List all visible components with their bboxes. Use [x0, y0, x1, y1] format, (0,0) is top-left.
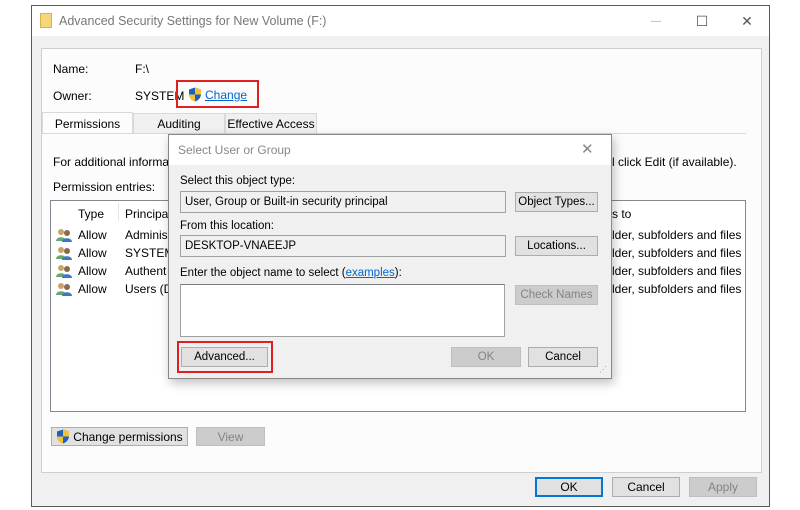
tab-permissions[interactable]: Permissions: [42, 112, 133, 134]
user-group-icon-wrap: [56, 246, 72, 263]
entry-type: Allow: [78, 246, 107, 260]
minimize-icon: —: [651, 15, 661, 27]
ok-button[interactable]: OK: [535, 477, 603, 497]
location-label: From this location:: [180, 220, 274, 232]
folder-icon: [40, 13, 52, 28]
close-button[interactable]: ✕: [724, 6, 770, 36]
user-group-icon-wrap: [56, 282, 72, 299]
name-value: F:\: [135, 62, 149, 76]
user-group-icon-wrap: [56, 228, 72, 245]
entry-type: Allow: [78, 282, 107, 296]
resize-grip-icon[interactable]: ⋰: [599, 366, 607, 374]
object-types-label: Object Types...: [518, 196, 595, 208]
maximize-button[interactable]: ☐: [679, 6, 725, 36]
tab-auditing-label: Auditing: [157, 116, 201, 131]
maximize-icon: ☐: [695, 12, 709, 29]
user-group-icon: [56, 265, 72, 278]
entry-type: Allow: [78, 264, 107, 278]
check-names-button[interactable]: Check Names: [515, 285, 598, 305]
check-names-label: Check Names: [520, 289, 593, 301]
column-header-principal[interactable]: Principa: [125, 207, 168, 221]
user-group-icon: [56, 229, 72, 242]
dialog-close-icon[interactable]: ✕: [581, 140, 594, 158]
column-divider: [118, 203, 119, 221]
object-name-label-prefix: Enter the object name to select (: [180, 267, 346, 279]
column-header-type[interactable]: Type: [78, 207, 104, 221]
dialog-cancel-label: Cancel: [545, 351, 581, 363]
object-types-button[interactable]: Object Types...: [515, 192, 598, 212]
change-owner-link[interactable]: Change: [205, 88, 247, 102]
tab-effective-access-label: Effective Access: [227, 116, 315, 131]
close-icon: ✕: [741, 12, 753, 29]
change-permissions-button[interactable]: Change permissions: [51, 427, 188, 446]
location-field: DESKTOP-VNAEEJP: [180, 235, 506, 257]
additional-info-text-left: For additional informat: [53, 155, 173, 169]
entry-applies-to: lder, subfolders and files: [612, 228, 742, 242]
object-type-value: User, Group or Built-in security princip…: [185, 196, 388, 208]
locations-label: Locations...: [527, 240, 586, 252]
ok-button-label: OK: [560, 480, 578, 494]
view-button-label: View: [217, 429, 244, 444]
owner-label: Owner:: [53, 89, 92, 103]
additional-info-text-right: l click Edit (if available).: [612, 155, 737, 169]
dialog-title: Select User or Group: [178, 143, 291, 157]
select-user-or-group-dialog: Select User or Group ✕ Select this objec…: [168, 134, 612, 379]
title-bar: Advanced Security Settings for New Volum…: [32, 6, 769, 36]
dialog-ok-button[interactable]: OK: [451, 347, 521, 367]
uac-shield-icon: [57, 429, 70, 444]
permission-entries-label: Permission entries:: [53, 180, 156, 194]
entry-type: Allow: [78, 228, 107, 242]
apply-button[interactable]: Apply: [689, 477, 757, 497]
tab-effective-access[interactable]: Effective Access: [225, 113, 317, 133]
entry-principal: SYSTEM: [125, 246, 175, 260]
cancel-button[interactable]: Cancel: [612, 477, 680, 497]
advanced-button-label: Advanced...: [194, 351, 255, 363]
advanced-button[interactable]: Advanced...: [181, 347, 268, 367]
user-group-icon: [56, 247, 72, 260]
object-name-input[interactable]: [180, 284, 505, 337]
minimize-button[interactable]: —: [633, 6, 679, 36]
apply-button-label: Apply: [707, 480, 739, 494]
entry-applies-to: lder, subfolders and files: [612, 282, 742, 296]
entry-principal: Adminis: [125, 228, 168, 242]
entry-applies-to: lder, subfolders and files: [612, 264, 742, 278]
change-owner-link-wrap[interactable]: Change: [188, 87, 247, 102]
name-label: Name:: [53, 62, 89, 76]
dialog-ok-label: OK: [477, 351, 495, 363]
dialog-title-bar: Select User or Group ✕: [169, 135, 611, 165]
tab-permissions-label: Permissions: [54, 116, 121, 131]
object-type-field: User, Group or Built-in security princip…: [180, 191, 506, 213]
user-group-icon-wrap: [56, 264, 72, 281]
window-title: Advanced Security Settings for New Volum…: [59, 14, 327, 28]
object-name-label: Enter the object name to select (example…: [180, 267, 402, 279]
cancel-button-label: Cancel: [627, 480, 665, 494]
tab-auditing[interactable]: Auditing: [133, 113, 225, 133]
object-name-label-suffix: ):: [394, 267, 402, 279]
object-type-label: Select this object type:: [180, 175, 296, 187]
examples-link[interactable]: examples: [346, 267, 395, 279]
locations-button[interactable]: Locations...: [515, 236, 598, 256]
dialog-cancel-button[interactable]: Cancel: [528, 347, 598, 367]
entry-principal: Authent: [125, 264, 167, 278]
change-permissions-label: Change permissions: [73, 429, 183, 444]
entry-principal: Users (D: [125, 282, 173, 296]
location-value: DESKTOP-VNAEEJP: [185, 240, 296, 252]
column-header-applies-to[interactable]: s to: [612, 207, 631, 221]
uac-shield-icon: [189, 87, 201, 102]
view-button[interactable]: View: [196, 427, 265, 446]
entry-applies-to: lder, subfolders and files: [612, 246, 742, 260]
user-group-icon: [56, 283, 72, 296]
